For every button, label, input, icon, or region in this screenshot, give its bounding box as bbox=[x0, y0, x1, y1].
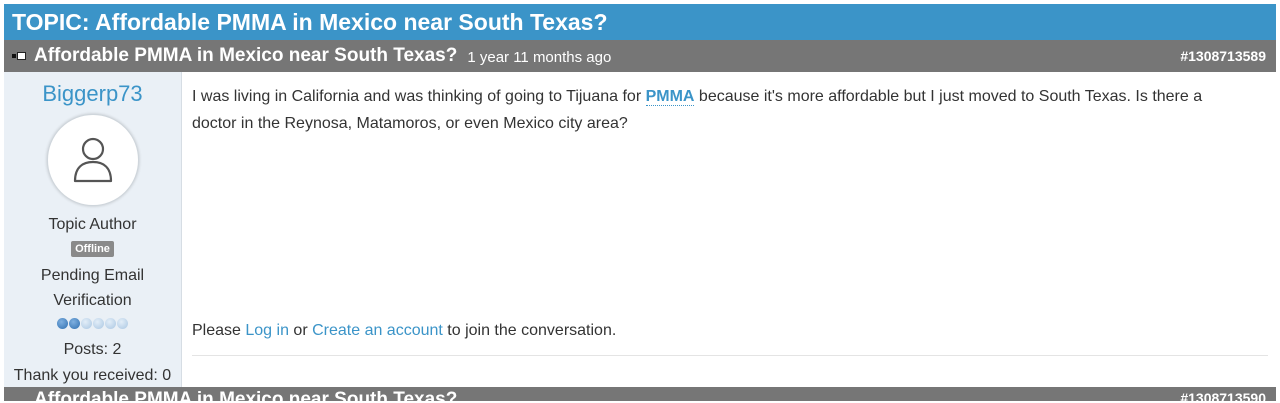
create-account-link[interactable]: Create an account bbox=[312, 322, 443, 339]
message-text-before: I was living in California and was think… bbox=[192, 88, 646, 105]
post-message: I was living in California and was think… bbox=[192, 83, 1247, 137]
rank-dot bbox=[69, 318, 80, 329]
next-post-permalink[interactable]: #1308713590 bbox=[1180, 390, 1266, 401]
author-role: Topic Author bbox=[48, 216, 137, 233]
rank-indicator bbox=[4, 318, 181, 332]
user-avatar-icon bbox=[73, 137, 112, 183]
status-badge: Offline bbox=[71, 241, 114, 257]
post-title: Affordable PMMA in Mexico near South Tex… bbox=[34, 45, 458, 66]
join-prompt: Please Log in or Create an account to jo… bbox=[192, 322, 616, 340]
join-middle: or bbox=[288, 322, 313, 339]
pending-line-2: Verification bbox=[53, 292, 132, 309]
post-content: I was living in California and was think… bbox=[182, 72, 1276, 387]
forum-topic: TOPIC: Affordable PMMA in Mexico near So… bbox=[4, 4, 1276, 403]
post-body: Biggerp73 Topic Author Offline Pending E… bbox=[4, 72, 1276, 387]
author-post-count: Posts: 2 bbox=[63, 341, 122, 358]
topic-title: TOPIC: Affordable PMMA in Mexico near So… bbox=[4, 4, 1276, 40]
author-sidebar: Biggerp73 Topic Author Offline Pending E… bbox=[4, 72, 182, 387]
avatar[interactable] bbox=[46, 114, 139, 206]
post-permalink[interactable]: #1308713589 bbox=[1180, 48, 1266, 64]
post-header: Affordable PMMA in Mexico near South Tex… bbox=[4, 40, 1276, 72]
rank-dot bbox=[81, 318, 92, 329]
pending-line-1: Pending Email bbox=[40, 267, 145, 284]
post-icon bbox=[12, 51, 26, 61]
divider bbox=[192, 355, 1268, 356]
author-username[interactable]: Biggerp73 bbox=[4, 81, 181, 107]
pending-verification: Pending Email Verification bbox=[4, 263, 181, 313]
login-link[interactable]: Log in bbox=[245, 322, 289, 339]
author-thanks: Thank you received: 0 bbox=[13, 367, 172, 384]
join-suffix: to join the conversation. bbox=[442, 322, 617, 339]
next-post-header: Affordable PMMA in Mexico near South Tex… bbox=[4, 387, 1276, 401]
join-prefix: Please bbox=[192, 322, 246, 339]
rank-dot bbox=[93, 318, 104, 329]
post-time: 1 year 11 months ago bbox=[467, 48, 612, 66]
next-post-title: Affordable PMMA in Mexico near South Tex… bbox=[34, 389, 458, 401]
rank-dot bbox=[57, 318, 68, 329]
pmma-link[interactable]: PMMA bbox=[645, 88, 695, 106]
rank-dot bbox=[117, 318, 128, 329]
rank-dot bbox=[105, 318, 116, 329]
